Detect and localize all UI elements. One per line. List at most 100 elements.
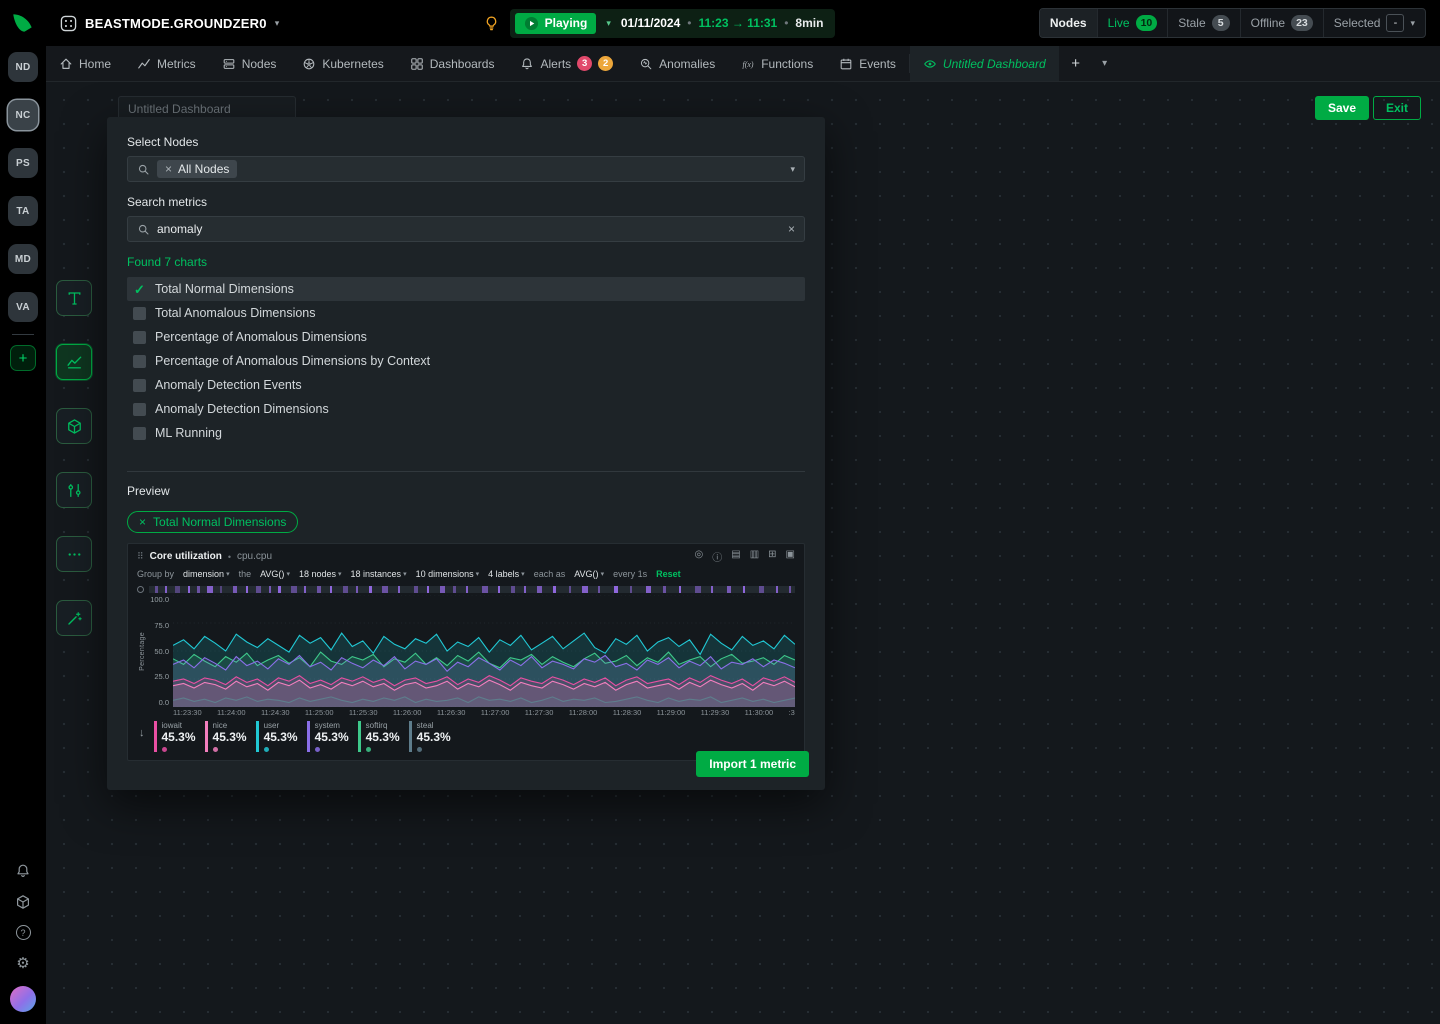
tab-nodes[interactable]: Nodes [209, 46, 290, 81]
checkbox-unchecked[interactable] [133, 427, 146, 440]
tabs-dropdown-button[interactable]: ▾ [1093, 46, 1117, 81]
tips-bulb-icon[interactable] [483, 15, 500, 32]
checkbox-unchecked[interactable] [133, 403, 146, 416]
space-item-nc[interactable]: NC [8, 100, 38, 130]
add-tab-button[interactable]: + [1059, 46, 1093, 81]
help-icon[interactable]: ? [15, 924, 32, 941]
legend-dimension-system[interactable]: system45.3% [307, 721, 349, 752]
each-as-dropdown[interactable]: AVG()▾ [574, 569, 604, 579]
checkbox-unchecked[interactable] [133, 355, 146, 368]
metric-chart-option[interactable]: ✓Total Normal Dimensions [127, 277, 805, 301]
integrations-icon[interactable] [15, 893, 32, 910]
tab-untitled-dashboard[interactable]: Untitled Dashboard [910, 46, 1059, 81]
close-icon[interactable]: × [139, 515, 146, 529]
search-metrics-input[interactable]: anomaly × [127, 216, 805, 242]
more-tool[interactable] [56, 536, 92, 572]
legend-dimension-steal[interactable]: steal45.3% [409, 721, 451, 752]
metric-chart-option[interactable]: Anomaly Detection Dimensions [127, 397, 805, 421]
tab-home[interactable]: Home [46, 46, 124, 81]
cube-tool[interactable] [56, 408, 92, 444]
dropdown-value: 18 nodes [299, 569, 336, 579]
legend-dimension-iowait[interactable]: iowait45.3% [154, 721, 196, 752]
metric-chart-option[interactable]: Percentage of Anomalous Dimensions by Co… [127, 349, 805, 373]
offline-label: Offline [1251, 16, 1285, 30]
group-by-dropdown[interactable]: dimension▾ [183, 569, 230, 579]
reset-button[interactable]: Reset [656, 569, 681, 579]
chart-plot-area[interactable] [173, 595, 795, 707]
save-button[interactable]: Save [1315, 96, 1369, 120]
legend-dimension-user[interactable]: user45.3% [256, 721, 298, 752]
instances-dropdown[interactable]: 18 instances▾ [351, 569, 407, 579]
netdata-logo-icon[interactable] [10, 10, 36, 36]
close-icon[interactable]: × [165, 162, 172, 176]
dimension-anomaly-dot [162, 747, 167, 752]
bullet: • [784, 16, 788, 30]
dimensions-dropdown[interactable]: 10 dimensions▾ [416, 569, 480, 579]
space-item-ps[interactable]: PS [8, 148, 38, 178]
tab-kubernetes[interactable]: Kubernetes [289, 46, 396, 81]
x-tick-label: 11:28:30 [613, 708, 642, 717]
chevron-down-icon[interactable]: ▾ [606, 18, 611, 29]
drag-handle-icon[interactable]: ⠿ [137, 551, 144, 562]
clear-search-icon[interactable]: × [788, 222, 795, 236]
nodes-dropdown[interactable]: 18 nodes▾ [299, 569, 342, 579]
tab-anomalies[interactable]: Anomalies [626, 46, 728, 81]
chart-tool[interactable] [56, 344, 92, 380]
screenshot-icon[interactable]: ▣ [786, 549, 795, 564]
checkbox-unchecked[interactable] [133, 307, 146, 320]
divider [127, 471, 805, 472]
nodes-live-filter[interactable]: Live10 [1097, 9, 1168, 37]
dimension-name: steal [417, 721, 451, 730]
info-icon[interactable]: ⓘ [712, 549, 722, 564]
tab-dashboards[interactable]: Dashboards [397, 46, 508, 81]
dashboards-icon [410, 57, 424, 71]
aggregation-dropdown[interactable]: AVG()▾ [260, 569, 290, 579]
space-item-md[interactable]: MD [8, 244, 38, 274]
metric-chart-option[interactable]: Total Anomalous Dimensions [127, 301, 805, 325]
legend-dimension-nice[interactable]: nice45.3% [205, 721, 247, 752]
settings-gear-icon[interactable]: ⚙ [15, 955, 32, 972]
space-item-va[interactable]: VA [8, 292, 38, 322]
nodes-selected-filter[interactable]: Selected-▾ [1323, 9, 1425, 37]
space-item-ta[interactable]: TA [8, 196, 38, 226]
chevron-down-icon[interactable]: ▾ [790, 164, 795, 175]
sort-descending-icon[interactable]: ↓ [139, 727, 145, 739]
selected-metric-chip[interactable]: ×Total Normal Dimensions [127, 511, 298, 533]
space-selector[interactable]: BEASTMODE.GROUNDZER0 ▾ [60, 15, 279, 32]
chart-type-icon[interactable]: ▤ [731, 549, 740, 564]
tab-events[interactable]: Events [826, 46, 909, 81]
date-range-display[interactable]: 01/11/2024 • 11:23 → 11:31 • 8min [621, 16, 824, 30]
anomaly-rate-icon[interactable]: ◎ [695, 549, 704, 564]
labels-dropdown[interactable]: 4 labels▾ [488, 569, 525, 579]
compare-icon[interactable]: ▥ [750, 549, 759, 564]
space-item-nd[interactable]: ND [8, 52, 38, 82]
metric-chart-option[interactable]: Percentage of Anomalous Dimensions [127, 325, 805, 349]
metric-chart-option[interactable]: ML Running [127, 421, 805, 445]
user-avatar[interactable] [10, 986, 36, 1012]
select-nodes-label: Select Nodes [127, 135, 805, 149]
anomaly-ribbon[interactable] [149, 586, 795, 593]
legend-dimension-softirq[interactable]: softirq45.3% [358, 721, 400, 752]
playing-button[interactable]: Playing [515, 13, 597, 34]
notifications-bell-icon[interactable] [15, 862, 32, 879]
text-tool[interactable] [56, 280, 92, 316]
import-metric-button[interactable]: Import 1 metric [696, 751, 809, 777]
checkbox-unchecked[interactable] [133, 331, 146, 344]
select-nodes-input[interactable]: ×All Nodes ▾ [127, 156, 805, 182]
nodes-offline-filter[interactable]: Offline23 [1240, 9, 1323, 37]
exit-button[interactable]: Exit [1373, 96, 1421, 120]
flow-tool[interactable] [56, 472, 92, 508]
tab-metrics[interactable]: Metrics [124, 46, 209, 81]
nodes-stale-filter[interactable]: Stale5 [1167, 9, 1239, 37]
add-panel-icon[interactable]: ⊞ [768, 549, 776, 564]
all-nodes-chip[interactable]: ×All Nodes [157, 160, 237, 178]
checkbox-checked[interactable]: ✓ [133, 283, 146, 296]
dimension-name: user [264, 721, 298, 730]
tab-functions[interactable]: f(x)Functions [728, 46, 826, 81]
wand-tool[interactable] [56, 600, 92, 636]
tab-label: Nodes [242, 57, 277, 71]
add-space-button[interactable]: + [10, 345, 36, 371]
checkbox-unchecked[interactable] [133, 379, 146, 392]
tab-alerts[interactable]: Alerts32 [507, 46, 626, 81]
metric-chart-option[interactable]: Anomaly Detection Events [127, 373, 805, 397]
